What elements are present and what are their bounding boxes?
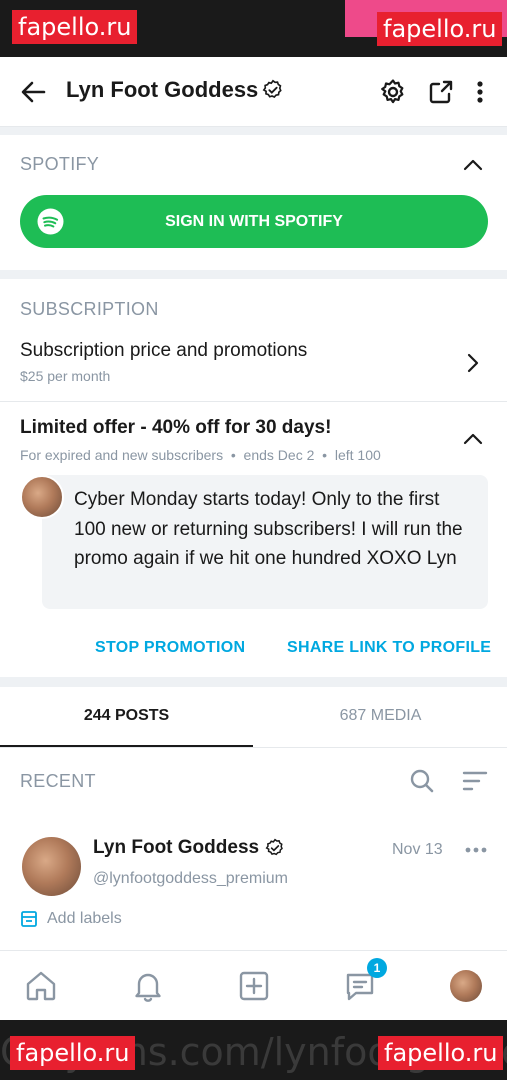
offer-meta: For expired and new subscribers • ends D…: [20, 447, 381, 463]
spotify-section-label: SPOTIFY: [20, 154, 100, 174]
more-horizontal-icon[interactable]: [464, 842, 488, 858]
offer-message: Cyber Monday starts today! Only to the f…: [74, 489, 463, 569]
share-link-button[interactable]: SHARE LINK TO PROFILE: [287, 639, 491, 657]
post-date: Nov 13: [392, 841, 443, 858]
recent-label: RECENT: [20, 771, 96, 791]
chevron-right-icon[interactable]: [462, 352, 484, 374]
more-vertical-icon[interactable]: [466, 78, 494, 106]
watermark-badge: fapello.ru: [377, 12, 503, 46]
subscription-price: $25 per month: [20, 368, 111, 384]
verified-badge-icon: [262, 79, 282, 98]
chevron-up-icon[interactable]: [462, 154, 484, 176]
share-icon[interactable]: [427, 78, 455, 106]
watermark-badge: fapello.ru: [378, 1036, 504, 1070]
verified-badge-icon: [265, 838, 283, 856]
post-author[interactable]: Lyn Foot Goddess: [93, 837, 285, 859]
divider: [0, 747, 507, 748]
add-labels-button[interactable]: Add labels: [20, 910, 122, 928]
tab-media[interactable]: 687 MEDIA: [254, 707, 507, 725]
search-icon[interactable]: [409, 768, 435, 794]
post-author-name: Lyn Foot Goddess: [93, 837, 260, 858]
subscription-section-label: SUBSCRIPTION: [20, 299, 159, 319]
offer-message-bubble: Cyber Monday starts today! Only to the f…: [42, 475, 488, 609]
watermark-badge: fapello.ru: [10, 1036, 136, 1070]
app-screen: Lyn Foot Goddess SPOTIFY SIGN IN WITH SP…: [0, 57, 507, 1020]
add-post-icon[interactable]: [237, 969, 271, 1003]
chevron-up-icon[interactable]: [462, 428, 484, 450]
bell-icon[interactable]: [131, 969, 165, 1003]
section-gap: [0, 127, 507, 135]
gear-icon[interactable]: [379, 78, 407, 106]
subscription-row-title[interactable]: Subscription price and promotions: [20, 340, 307, 362]
profile-name: Lyn Foot Goddess: [66, 77, 259, 102]
section-gap: [0, 677, 507, 687]
messages-badge: 1: [367, 958, 387, 978]
post-author-handle[interactable]: @lynfootgoddess_premium: [93, 870, 288, 888]
section-gap: [0, 270, 507, 279]
tab-posts[interactable]: 244 POSTS: [0, 707, 253, 725]
sort-icon[interactable]: [462, 770, 488, 792]
label-icon: [21, 911, 37, 927]
bottom-navigation: 1: [0, 950, 507, 1020]
page-title: Lyn Foot Goddess: [66, 77, 284, 103]
spotify-sign-in-button[interactable]: SIGN IN WITH SPOTIFY: [20, 195, 488, 248]
offer-title: Limited offer - 40% off for 30 days!: [20, 417, 332, 438]
spotify-logo-icon: [37, 208, 64, 235]
watermark-badge: fapello.ru: [12, 10, 138, 44]
avatar[interactable]: [20, 475, 64, 519]
profile-avatar[interactable]: [450, 970, 482, 1002]
back-arrow-icon[interactable]: [20, 79, 46, 105]
home-icon[interactable]: [24, 969, 58, 1003]
avatar[interactable]: [22, 837, 81, 896]
add-labels-text: Add labels: [47, 910, 122, 927]
divider: [0, 401, 507, 402]
top-app-bar: Lyn Foot Goddess: [0, 57, 507, 127]
stop-promotion-button[interactable]: STOP PROMOTION: [95, 639, 245, 657]
spotify-button-label: SIGN IN WITH SPOTIFY: [165, 212, 343, 230]
